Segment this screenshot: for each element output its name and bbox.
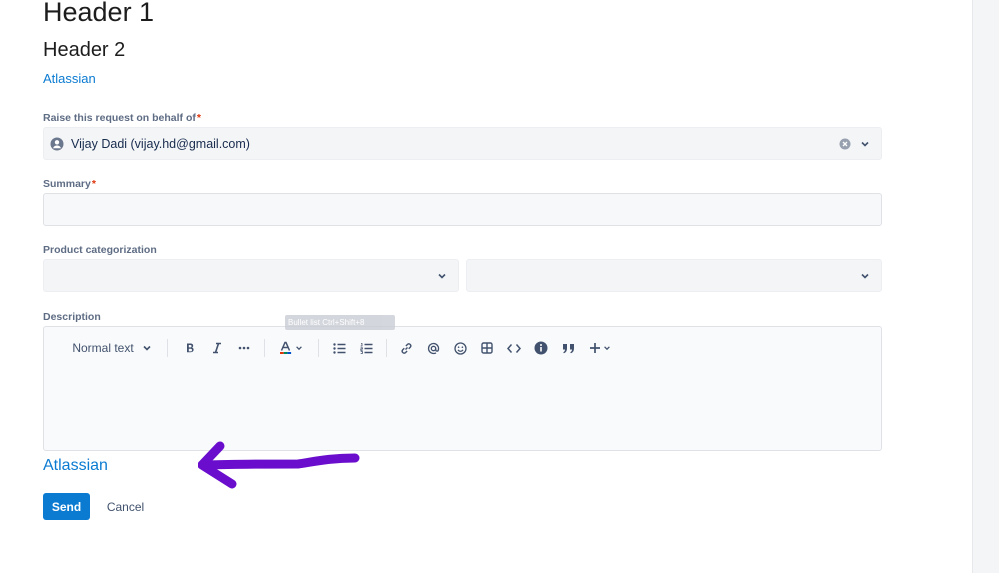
mention-button[interactable]: [423, 337, 443, 359]
chevron-down-icon[interactable]: [860, 271, 870, 281]
more-icon: [238, 346, 250, 350]
toolbar-separator: [264, 339, 265, 357]
behalf-label-text: Raise this request on behalf of: [43, 112, 196, 124]
summary-input[interactable]: [43, 193, 882, 226]
text-color-button[interactable]: [277, 337, 305, 359]
chevron-down-icon: [296, 346, 302, 351]
chevron-down-icon: [604, 346, 610, 351]
behalf-select[interactable]: Vijay Dadi (vijay.hd@gmail.com): [43, 127, 882, 160]
numbered-list-button[interactable]: [356, 337, 376, 359]
text-style-dropdown[interactable]: Normal text: [70, 337, 154, 359]
info-icon: [534, 341, 548, 355]
behalf-select-value: Vijay Dadi (vijay.hd@gmail.com): [71, 137, 250, 151]
header-2: Header 2: [43, 39, 126, 61]
bullet-list-button[interactable]: [329, 337, 349, 359]
editor-toolbar: Normal text: [44, 337, 881, 359]
cancel-button[interactable]: Cancel: [98, 493, 153, 520]
chevron-down-icon: [143, 345, 151, 351]
code-icon: [507, 343, 521, 353]
quote-button[interactable]: [558, 337, 578, 359]
toolbar-separator: [318, 339, 319, 357]
emoji-button[interactable]: [450, 337, 470, 359]
required-marker: *: [196, 112, 201, 124]
table-button[interactable]: [477, 337, 497, 359]
bold-button[interactable]: [180, 337, 200, 359]
italic-icon: [213, 342, 221, 354]
summary-label: Summary*: [43, 178, 96, 190]
bullet-list-icon: [332, 342, 345, 354]
toolbar-separator: [167, 339, 168, 357]
insert-icon: [590, 343, 600, 353]
quote-icon: [562, 343, 574, 353]
table-icon: [481, 342, 493, 354]
summary-label-text: Summary: [43, 178, 91, 190]
text-color-icon: [280, 341, 292, 354]
behalf-label: Raise this request on behalf of*: [43, 112, 201, 124]
product-select-2[interactable]: [466, 259, 882, 292]
link-button[interactable]: [396, 337, 416, 359]
clear-icon[interactable]: [839, 138, 851, 150]
more-formatting-button[interactable]: [234, 337, 254, 359]
link-icon: [401, 342, 411, 354]
italic-button[interactable]: [207, 337, 227, 359]
header-1: Header 1: [43, 0, 155, 27]
mention-icon: [427, 342, 439, 354]
product-select-1[interactable]: [43, 259, 459, 292]
product-label: Product categorization: [43, 244, 157, 256]
send-button[interactable]: Send: [43, 493, 90, 520]
atlassian-link-top[interactable]: Atlassian: [43, 71, 96, 86]
chevron-down-icon[interactable]: [860, 139, 870, 149]
bold-icon: [187, 343, 194, 353]
chevron-down-icon[interactable]: [437, 271, 447, 281]
description-label: Description: [43, 311, 101, 323]
toolbar-separator: [386, 339, 387, 357]
required-marker: *: [91, 178, 96, 190]
numbered-list-icon: [359, 342, 372, 354]
emoji-icon: [453, 341, 467, 355]
scrollbar-gutter: [972, 0, 999, 573]
user-avatar-icon: [50, 137, 64, 151]
insert-menu-button[interactable]: [586, 337, 614, 359]
bullet-list-tooltip: Bullet list Ctrl+Shift+8: [285, 315, 395, 330]
annotation-arrow-icon: [198, 441, 360, 489]
info-panel-button[interactable]: [531, 337, 551, 359]
atlassian-link-bottom[interactable]: Atlassian: [43, 457, 108, 475]
code-button[interactable]: [504, 337, 524, 359]
text-style-label: Normal text: [72, 341, 134, 355]
description-editor[interactable]: Normal text: [43, 326, 882, 451]
